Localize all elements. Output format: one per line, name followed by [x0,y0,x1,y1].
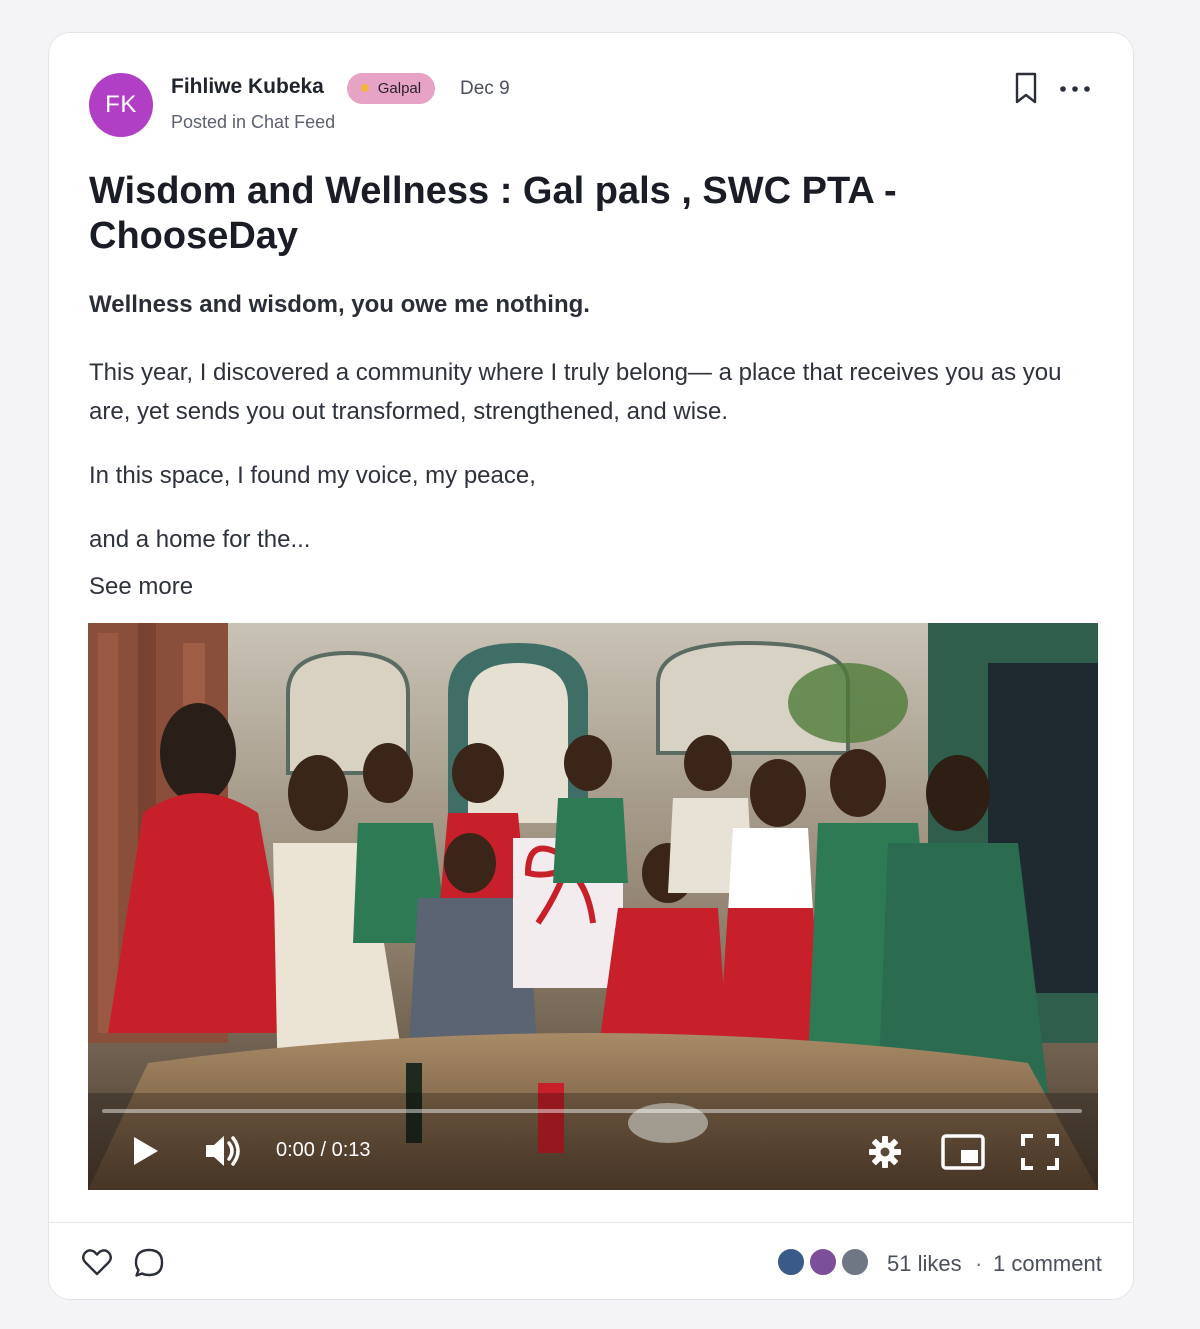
settings-icon[interactable] [868,1135,902,1169]
heart-icon[interactable] [81,1247,113,1277]
author-name[interactable]: Fihliwe Kubeka [171,75,324,99]
fullscreen-icon[interactable] [1020,1133,1060,1171]
badge-label: Galpal [377,80,422,97]
sparkle-icon: ✸ [359,80,371,96]
play-icon[interactable] [128,1133,162,1169]
post-title: Wisdom and Wellness : Gal pals , SWC PTA… [89,170,897,257]
bookmark-icon[interactable] [1012,71,1040,105]
galpal-badge: ✸ Galpal [347,73,436,104]
post-card: FK Fihliwe Kubeka ✸ Galpal Dec 9 Posted … [48,32,1134,1300]
separator-dot: · [975,1251,983,1276]
video-progress-bar[interactable] [102,1109,1082,1113]
liker-avatar[interactable] [776,1247,806,1277]
more-options-icon[interactable] [1057,77,1093,101]
liker-avatar[interactable] [808,1247,838,1277]
avatar-initials: FK [105,91,137,118]
post-date: Dec 9 [460,78,510,99]
liker-avatar[interactable] [840,1247,870,1277]
post-paragraph: and a home for the... [89,526,311,553]
volume-icon[interactable] [202,1133,244,1169]
video-frame [88,623,1098,1190]
comments-count[interactable]: 1 comment [993,1251,1102,1277]
comment-icon[interactable] [133,1247,165,1279]
video-player[interactable]: 0:00 / 0:13 [88,623,1098,1190]
avatar[interactable]: FK [89,73,153,137]
post-footer: 51 likes · 1 comment [49,1222,1133,1299]
posted-in-label[interactable]: Posted in Chat Feed [171,112,335,133]
post-lead-text: Wellness and wisdom, you owe me nothing. [89,291,590,318]
picture-in-picture-icon[interactable] [940,1133,986,1171]
see-more-link[interactable]: See more [89,573,193,601]
video-time: 0:00 / 0:13 [276,1139,371,1161]
post-paragraph: This year, I discovered a community wher… [89,359,1062,425]
likes-count[interactable]: 51 likes [887,1251,962,1277]
post-paragraph: In this space, I found my voice, my peac… [89,462,536,489]
